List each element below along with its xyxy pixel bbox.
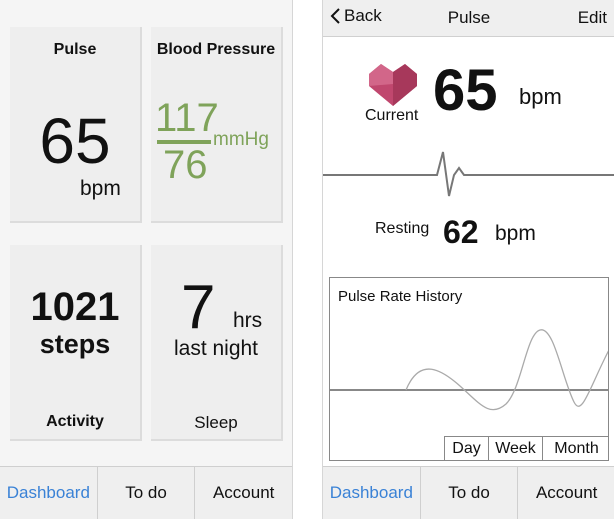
current-bpm-unit: bpm	[519, 84, 562, 109]
current-bpm-value: 65	[433, 58, 498, 123]
sleep-card[interactable]: 7 hrs last night Sleep	[151, 245, 283, 441]
sleep-subtitle: last night	[173, 337, 259, 360]
activity-steps-value: 1021	[30, 285, 120, 329]
range-week-button[interactable]: Week	[488, 436, 542, 460]
heart-icon	[369, 64, 417, 106]
tab-bar: Dashboard To do Account	[323, 466, 614, 519]
tab-account[interactable]: Account	[518, 467, 614, 519]
pulse-value: 65	[39, 105, 111, 177]
tab-dashboard[interactable]: Dashboard	[323, 467, 421, 519]
sleep-hours-unit: hrs	[233, 309, 263, 332]
nav-bar: Back Pulse Edit	[323, 0, 614, 37]
pulse-unit: bpm	[80, 177, 121, 200]
nav-title: Pulse	[447, 8, 491, 27]
tab-dashboard[interactable]: Dashboard	[0, 467, 98, 519]
diastolic-value: 76	[163, 143, 208, 187]
sleep-card-label: Sleep	[194, 413, 238, 432]
tab-account[interactable]: Account	[195, 467, 292, 519]
tab-to-do[interactable]: To do	[421, 467, 519, 519]
current-label: Current	[365, 107, 419, 124]
heartbeat-waveform	[323, 151, 614, 197]
activity-card-label: Activity	[46, 413, 104, 430]
dashboard-screen: Pulse 65 bpm Blood Pressure 117 76 mmHg …	[0, 0, 293, 519]
activity-steps-unit: steps	[39, 329, 111, 359]
pulse-card-title: Pulse	[53, 41, 97, 58]
pulse-rate-history-chart: Pulse Rate History Day Week Month	[329, 277, 609, 461]
range-month-button[interactable]: Month	[542, 436, 608, 460]
systolic-value: 117	[155, 96, 219, 140]
activity-card[interactable]: 1021 steps Activity	[10, 245, 142, 441]
resting-bpm-unit: bpm	[495, 222, 536, 245]
tab-bar: Dashboard To do Account	[0, 466, 292, 519]
blood-pressure-card-title: Blood Pressure	[156, 41, 276, 58]
pulse-card[interactable]: Pulse 65 bpm	[10, 27, 142, 223]
pulse-detail-screen: Back Pulse Edit Current 65 bpm Resting 6…	[322, 0, 614, 519]
edit-button[interactable]: Edit	[578, 8, 607, 28]
range-day-button[interactable]: Day	[444, 436, 488, 460]
blood-pressure-card[interactable]: Blood Pressure 117 76 mmHg	[151, 27, 283, 223]
blood-pressure-unit: mmHg	[213, 129, 269, 150]
tab-to-do[interactable]: To do	[98, 467, 196, 519]
sleep-hours-value: 7	[181, 273, 216, 342]
resting-bpm-value: 62	[443, 214, 479, 250]
history-graph	[330, 329, 608, 411]
resting-label: Resting	[375, 220, 430, 237]
